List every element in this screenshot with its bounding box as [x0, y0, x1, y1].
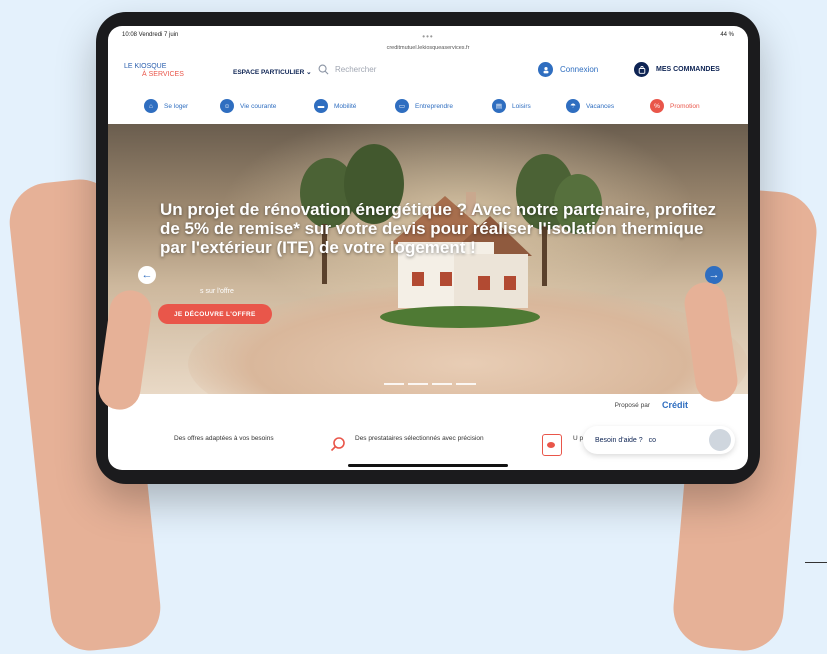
discover-offer-button[interactable]: JE DÉCOUVRE L'OFFRE [158, 304, 272, 324]
status-bar: 10:08 Vendredi 7 juin ••• creditmutuel.l… [108, 26, 748, 51]
logo-line2: À SERVICES [142, 71, 184, 78]
ticket-icon: ▤ [492, 99, 506, 113]
category-nav: ⌂ Se loger ☺ Vie courante ▬ Mobilité ▭ E… [108, 96, 748, 125]
search-input[interactable]: Rechercher [335, 65, 376, 74]
connexion-button[interactable]: Connexion [538, 62, 598, 77]
home-icon: ⌂ [144, 99, 158, 113]
search-icon [330, 437, 345, 452]
percent-icon: % [650, 99, 664, 113]
house-window [440, 272, 452, 286]
nav-item-mobilite[interactable]: ▬ Mobilité [314, 99, 356, 113]
nav-item-se-loger[interactable]: ⌂ Se loger [144, 99, 188, 113]
partner-brand[interactable]: Crédit [662, 400, 688, 410]
hero-banner: Un projet de rénovation énergétique ? Av… [108, 124, 748, 394]
tablet-screen: 10:08 Vendredi 7 juin ••• creditmutuel.l… [108, 26, 748, 470]
arrow-left-icon[interactable]: ← [138, 266, 156, 284]
advisor-avatar [709, 429, 731, 451]
nav-label: Mobilité [334, 102, 357, 110]
house-window [478, 276, 490, 290]
carousel-dot[interactable] [384, 383, 404, 385]
nav-label: Entreprendre [415, 102, 453, 110]
hero-headline: Un projet de rénovation énergétique ? Av… [160, 200, 717, 257]
house-window [504, 276, 516, 290]
nav-label: Vacances [586, 102, 615, 110]
user-gear-icon: ☺ [220, 99, 234, 113]
nav-label: Loisirs [512, 102, 531, 110]
carousel-pagination [384, 383, 476, 385]
commandes-label: MES COMMANDES [656, 66, 720, 73]
carousel-dot[interactable] [408, 383, 428, 385]
nav-label: Se loger [164, 102, 189, 110]
help-button[interactable]: Besoin d'aide ? co [583, 426, 735, 454]
nav-item-promotion[interactable]: % Promotion [650, 99, 700, 113]
address-bar[interactable]: creditmutuel.lekiosqueaservices.fr [108, 45, 748, 51]
car-icon: ▬ [314, 99, 328, 113]
proposed-by-label: Proposé par [614, 402, 650, 409]
bag-icon [634, 62, 649, 77]
help-label: Besoin d'aide ? [595, 436, 643, 444]
multitask-dots[interactable]: ••• [108, 32, 748, 41]
espace-label: ESPACE PARTICULIER [233, 69, 305, 76]
search-icon [318, 64, 329, 75]
house-wall [454, 254, 528, 308]
briefcase-icon: ▭ [395, 99, 409, 113]
carousel-dot[interactable] [432, 383, 452, 385]
site-header: LE KIOSQUE À SERVICES ESPACE PARTICULIER… [108, 62, 748, 88]
house-lawn [380, 306, 540, 328]
home-indicator[interactable] [348, 464, 508, 467]
mes-commandes-button[interactable]: MES COMMANDES [634, 62, 720, 77]
proposed-by: Proposé par Crédit [108, 399, 748, 413]
logo-line1: LE KIOSQUE [124, 63, 167, 70]
espace-dropdown[interactable]: ESPACE PARTICULIER ⌄ [233, 68, 312, 76]
features-strip: Des offres adaptées à vos besoins Des pr… [108, 422, 748, 470]
search-bar[interactable]: Rechercher [318, 64, 376, 75]
nav-item-vie-courante[interactable]: ☺ Vie courante [220, 99, 276, 113]
connexion-label: Connexion [560, 65, 599, 74]
nav-item-loisirs[interactable]: ▤ Loisirs [492, 99, 531, 113]
divider-line [805, 562, 827, 563]
feature-offers: Des offres adaptées à vos besoins [174, 435, 274, 442]
document-heart-icon [542, 434, 562, 456]
house-window [412, 272, 424, 286]
site-logo[interactable]: LE KIOSQUE À SERVICES [124, 63, 184, 79]
arrow-right-icon[interactable]: → [705, 266, 723, 284]
nav-label: Promotion [670, 102, 700, 110]
tablet-device: 10:08 Vendredi 7 juin ••• creditmutuel.l… [96, 12, 760, 484]
nav-label: Vie courante [240, 102, 277, 110]
user-icon [538, 62, 553, 77]
carousel-dot[interactable] [456, 383, 476, 385]
help-tail: co [648, 436, 657, 444]
hero-subtext: s sur l'offre [200, 288, 234, 295]
umbrella-icon: ☂ [566, 99, 580, 113]
nav-item-entreprendre[interactable]: ▭ Entreprendre [395, 99, 453, 113]
chevron-down-icon: ⌄ [306, 69, 312, 76]
feature-providers: Des prestataires sélectionnés avec préci… [355, 435, 484, 442]
nav-item-vacances[interactable]: ☂ Vacances [566, 99, 614, 113]
battery-indicator: 44 % [720, 32, 734, 38]
